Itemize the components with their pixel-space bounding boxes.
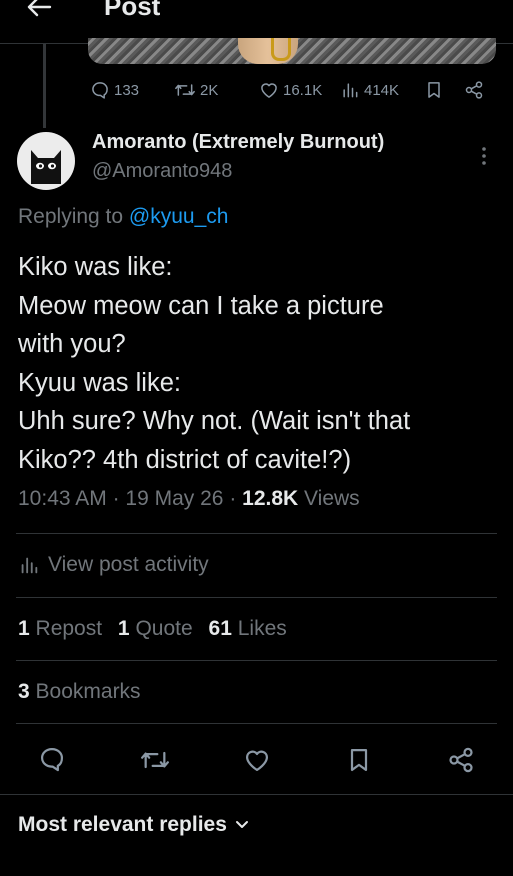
share-icon: [449, 747, 473, 773]
parent-repost-action[interactable]: 2K: [174, 80, 218, 100]
bookmark-icon[interactable]: [424, 80, 444, 100]
post-time[interactable]: 10:43 AM: [18, 487, 107, 510]
likes-link[interactable]: 61 Likes: [209, 617, 287, 640]
parent-reply-count: 133: [114, 81, 140, 99]
reposts-link[interactable]: 1 Repost: [18, 617, 102, 640]
back-arrow-icon[interactable]: [26, 0, 52, 18]
reply-button[interactable]: [38, 745, 66, 773]
post-meta: 10:43 AM · 19 May 26 · 12.8K Views: [18, 487, 360, 510]
cat-avatar-icon: [31, 150, 61, 184]
post-text-line: Meow meow can I take a picture: [18, 291, 384, 320]
post-text: Kiko was like: Meow meow can I take a pi…: [18, 248, 410, 479]
analytics-icon: [18, 554, 40, 576]
repost-button[interactable]: [139, 746, 171, 774]
bookmark-button[interactable]: [345, 746, 373, 774]
replies-sort-dropdown[interactable]: Most relevant replies: [18, 813, 249, 837]
parent-like-action[interactable]: 16.1K: [259, 80, 322, 100]
parent-media-image[interactable]: [88, 38, 496, 64]
post-text-line: Kyuu was like:: [18, 368, 181, 397]
author-display-name[interactable]: Amoranto (Extremely Burnout): [92, 131, 384, 154]
parent-views-count: 414K: [364, 81, 400, 99]
parent-repost-count: 2K: [200, 81, 219, 99]
heart-icon: [245, 750, 269, 772]
repost-icon: [141, 751, 169, 769]
quote-count: 1: [117, 617, 130, 640]
repost-label: Repost: [35, 617, 103, 640]
quote-label: Quote: [135, 617, 193, 640]
likes-count: 61: [208, 617, 232, 640]
like-button[interactable]: [243, 746, 271, 774]
view-post-activity-label: View post activity: [48, 553, 209, 576]
chevron-down-icon: [235, 820, 249, 830]
parent-like-count: 16.1K: [283, 81, 323, 99]
bookmarks-count: 3: [18, 680, 30, 703]
post-text-line: Kiko?? 4th district of cavite!?): [18, 445, 352, 474]
thread-line: [43, 44, 46, 128]
reply-icon: [40, 747, 64, 772]
bookmarks-link[interactable]: 3 Bookmarks: [18, 680, 141, 704]
reply-icon: [90, 80, 110, 100]
view-post-activity[interactable]: View post activity: [18, 553, 209, 577]
heart-icon: [259, 80, 279, 100]
post-text-line: with you?: [18, 330, 126, 358]
replies-sort-label: Most relevant replies: [18, 813, 227, 836]
author-handle[interactable]: @Amoranto948: [92, 160, 232, 183]
replying-to: Replying to @kyuu_ch: [18, 205, 228, 229]
engagement-counts: 1 Repost 1 Quote 61 Likes: [18, 617, 287, 641]
repost-count: 1: [18, 617, 30, 640]
repost-icon: [174, 80, 196, 100]
page-title: Post: [104, 0, 161, 21]
share-icon[interactable]: [464, 80, 484, 100]
post-date[interactable]: 19 May 26: [125, 487, 223, 510]
quotes-link[interactable]: 1 Quote: [118, 617, 193, 640]
post-text-line: Uhh sure? Why not. (Wait isn't that: [18, 407, 411, 435]
post-views-label: Views: [304, 487, 360, 510]
likes-label: Likes: [237, 617, 287, 640]
replying-prefix: Replying to: [18, 205, 129, 228]
bookmarks-label: Bookmarks: [35, 680, 141, 703]
views-icon: [340, 80, 360, 100]
bookmark-icon: [350, 748, 368, 772]
parent-views-action[interactable]: 414K: [340, 80, 399, 100]
avatar[interactable]: [17, 132, 75, 190]
post-views-count: 12.8K: [242, 487, 299, 510]
replying-to-handle[interactable]: @kyuu_ch: [129, 205, 229, 228]
share-button[interactable]: [447, 746, 475, 774]
parent-reply-action[interactable]: 133: [90, 80, 139, 100]
more-options-icon[interactable]: [479, 146, 489, 166]
post-text-line: Kiko was like:: [18, 253, 173, 281]
